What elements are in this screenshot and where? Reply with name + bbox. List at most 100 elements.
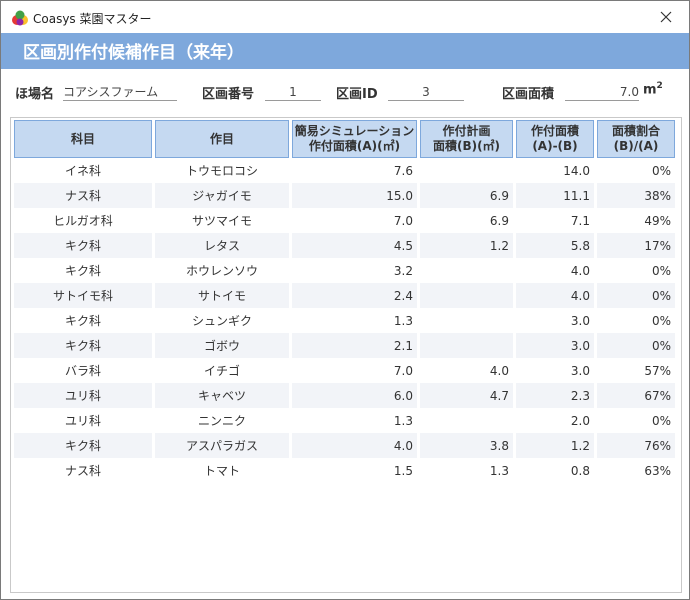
cell-family: キク科	[14, 433, 152, 458]
table-row[interactable]: ユリ科 キャベツ 6.0 4.7 2.3 67%	[14, 383, 675, 408]
cell-crop: サトイモ	[155, 283, 289, 308]
area-label: 区画面積	[502, 87, 555, 102]
cell-crop: シュンギク	[191, 314, 252, 328]
cell-diff: 2.0	[570, 413, 590, 428]
cell-ratio: 0%	[651, 413, 671, 428]
cell-crop: アスパラガス	[155, 433, 289, 458]
cell-ratio: 67%	[597, 383, 675, 408]
table-row[interactable]: キク科 シュンギク 1.3 3.0 0%	[14, 308, 675, 333]
cell-family: キク科	[14, 333, 152, 358]
plot-id-label: 区画ID	[336, 87, 378, 102]
table-row[interactable]: キク科 ホウレンソウ 3.2 4.0 0%	[14, 258, 675, 283]
cell-family: ユリ科	[14, 383, 152, 408]
crop-table: 科目 作目 簡易シミュレーション 作付面積(A)(㎡) 作付計画 面積(B)(㎡) …	[11, 120, 678, 483]
cell-family: ナス科	[14, 183, 152, 208]
cell-sim-area: 15.0	[292, 183, 417, 208]
table-row[interactable]: バラ科 イチゴ 7.0 4.0 3.0 57%	[14, 358, 675, 383]
column-header-plan-area[interactable]: 作付計画 面積(B)(㎡)	[420, 120, 513, 158]
cell-crop: トウモロコシ	[185, 164, 258, 178]
cell-diff: 0.8	[570, 463, 590, 478]
table-row[interactable]: サトイモ科 サトイモ 2.4 4.0 0%	[14, 283, 675, 308]
cell-family: ナス科	[64, 464, 101, 478]
column-header-ratio[interactable]: 面積割合 (B)/(A)	[597, 120, 675, 158]
table-row[interactable]: キク科 アスパラガス 4.0 3.8 1.2 76%	[14, 433, 675, 458]
cell-family: キク科	[64, 314, 101, 328]
cell-diff: 4.0	[516, 283, 594, 308]
cell-diff: 1.2	[516, 433, 594, 458]
cell-diff: 7.1	[570, 213, 590, 228]
area-unit-exponent: 2	[656, 81, 663, 91]
farm-field[interactable]: コアシスファーム	[63, 84, 177, 101]
plot-number-field[interactable]: 1	[265, 84, 321, 101]
cell-sim-area: 3.2	[393, 263, 413, 278]
app-window: Coasys 菜園マスター 区画別作付候補作目（来年） ほ場名 コアシスファーム…	[0, 0, 690, 600]
area-field[interactable]: 7.0	[565, 84, 639, 101]
page-title: 区画別作付候補作目（来年）	[23, 43, 244, 63]
cell-family: キク科	[64, 264, 101, 278]
table-row[interactable]: キク科 レタス 4.5 1.2 5.8 17%	[14, 233, 675, 258]
area-unit: m2	[643, 81, 663, 97]
close-button[interactable]	[643, 1, 689, 33]
cell-diff: 2.3	[516, 383, 594, 408]
cell-sim-area: 1.3	[393, 313, 413, 328]
cell-sim-area: 7.6	[393, 163, 413, 178]
cell-family: サトイモ科	[14, 283, 152, 308]
cell-plan-area: 4.7	[420, 383, 513, 408]
cell-ratio: 17%	[597, 233, 675, 258]
cell-diff: 5.8	[516, 233, 594, 258]
cell-family: ユリ科	[64, 414, 101, 428]
cell-diff: 11.1	[516, 183, 594, 208]
table-row[interactable]: ナス科 トマト 1.5 1.3 0.8 63%	[14, 458, 675, 483]
cell-ratio: 76%	[597, 433, 675, 458]
cell-plan-area: 1.3	[489, 463, 509, 478]
cell-plan-area	[420, 258, 513, 283]
table-header-row: 科目 作目 簡易シミュレーション 作付面積(A)(㎡) 作付計画 面積(B)(㎡) …	[14, 120, 675, 158]
cell-diff: 3.0	[516, 333, 594, 358]
cell-family: ヒルガオ科	[53, 214, 113, 228]
plot-id-field[interactable]: 3	[388, 84, 464, 101]
crop-grid[interactable]: 科目 作目 簡易シミュレーション 作付面積(A)(㎡) 作付計画 面積(B)(㎡) …	[10, 117, 682, 593]
cell-sim-area: 1.5	[393, 463, 413, 478]
cell-sim-area: 4.0	[292, 433, 417, 458]
cell-sim-area: 2.1	[292, 333, 417, 358]
cell-ratio: 63%	[644, 463, 671, 478]
plot-info-row: ほ場名 コアシスファーム 区画番号 1 区画ID 3 区画面積 7.0 m2	[1, 81, 689, 103]
cell-ratio: 0%	[651, 263, 671, 278]
cell-crop: キャベツ	[155, 383, 289, 408]
table-row[interactable]: ヒルガオ科 サツマイモ 7.0 6.9 7.1 49%	[14, 208, 675, 233]
cell-diff: 4.0	[570, 263, 590, 278]
cell-plan-area: 6.9	[420, 183, 513, 208]
cell-plan-area	[420, 308, 513, 333]
table-row[interactable]: ナス科 ジャガイモ 15.0 6.9 11.1 38%	[14, 183, 675, 208]
cell-ratio: 49%	[644, 213, 671, 228]
column-header-sim-area[interactable]: 簡易シミュレーション 作付面積(A)(㎡)	[292, 120, 417, 158]
cell-plan-area	[420, 283, 513, 308]
cell-plan-area: 1.2	[420, 233, 513, 258]
cell-ratio: 0%	[597, 333, 675, 358]
column-header-crop[interactable]: 作目	[155, 120, 289, 158]
cell-ratio: 0%	[597, 283, 675, 308]
close-icon	[660, 11, 672, 23]
cell-plan-area: 3.8	[420, 433, 513, 458]
table-row[interactable]: キク科 ゴボウ 2.1 3.0 0%	[14, 333, 675, 358]
cell-plan-area	[420, 158, 513, 183]
cell-sim-area: 1.3	[393, 413, 413, 428]
cell-sim-area: 4.5	[292, 233, 417, 258]
cell-crop: ジャガイモ	[155, 183, 289, 208]
cell-plan-area: 6.9	[489, 213, 509, 228]
cell-sim-area: 2.4	[292, 283, 417, 308]
column-header-family[interactable]: 科目	[14, 120, 152, 158]
title-bar[interactable]: Coasys 菜園マスター	[1, 1, 689, 33]
cell-diff: 14.0	[563, 163, 590, 178]
cell-family: イネ科	[64, 164, 101, 178]
column-header-diff[interactable]: 作付面積 (A)-(B)	[516, 120, 594, 158]
cell-crop: レタス	[155, 233, 289, 258]
table-row[interactable]: ユリ科 ニンニク 1.3 2.0 0%	[14, 408, 675, 433]
cell-crop: ニンニク	[197, 414, 246, 428]
cell-family: バラ科	[64, 364, 101, 378]
cell-plan-area: 4.0	[489, 363, 509, 378]
table-row[interactable]: イネ科 トウモロコシ 7.6 14.0 0%	[14, 158, 675, 183]
cell-crop: トマト	[203, 464, 240, 478]
cell-ratio: 0%	[651, 163, 671, 178]
farm-label: ほ場名	[15, 87, 55, 102]
